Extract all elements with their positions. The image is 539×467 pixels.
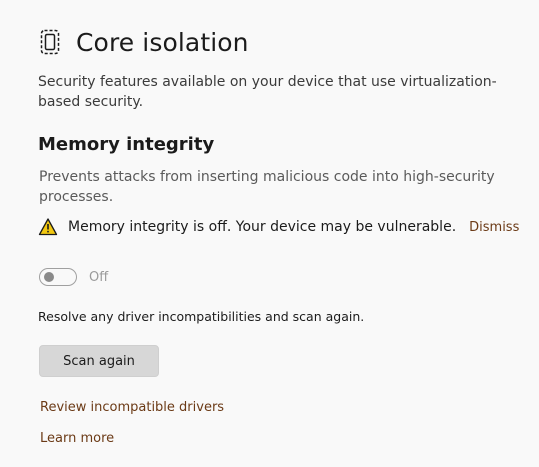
- memory-integrity-toggle[interactable]: [39, 268, 77, 286]
- page-title: Core isolation: [76, 27, 249, 57]
- memory-integrity-toggle-row: Off: [39, 267, 108, 287]
- toggle-state-label: Off: [89, 269, 109, 285]
- page-header: Core isolation: [38, 22, 249, 62]
- toggle-knob: [44, 272, 54, 282]
- warning-triangle-icon: [38, 217, 58, 237]
- memory-integrity-warning: Memory integrity is off. Your device may…: [38, 216, 519, 238]
- dismiss-link[interactable]: Dismiss: [469, 220, 519, 235]
- memory-integrity-description: Prevents attacks from inserting maliciou…: [39, 169, 495, 205]
- resolve-instructions: Resolve any driver incompatibilities and…: [38, 309, 365, 324]
- memory-integrity-heading: Memory integrity: [38, 134, 215, 155]
- scan-again-button[interactable]: Scan again: [39, 345, 159, 377]
- page-description: Security features available on your devi…: [38, 74, 497, 110]
- review-incompatible-drivers-link[interactable]: Review incompatible drivers: [40, 400, 224, 415]
- warning-text: Memory integrity is off. Your device may…: [68, 219, 457, 235]
- core-isolation-page: Core isolation Security features availab…: [0, 0, 539, 467]
- core-isolation-chip-icon: [38, 26, 62, 58]
- learn-more-link[interactable]: Learn more: [40, 431, 114, 446]
